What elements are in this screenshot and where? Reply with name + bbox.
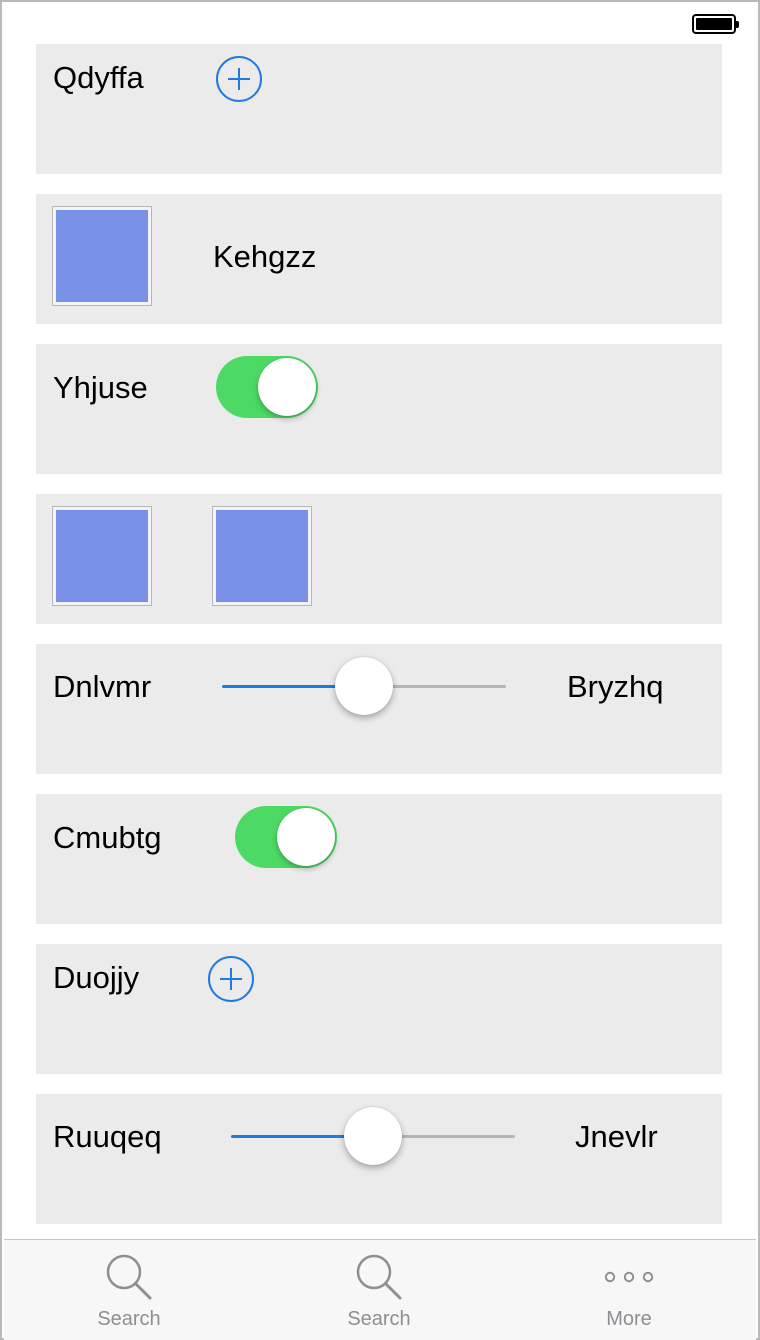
tab-search[interactable]: Search (254, 1240, 504, 1340)
tab-label: More (606, 1308, 652, 1330)
tab-label: Search (347, 1308, 411, 1330)
slider-min-label: Ruuqeq (53, 1119, 162, 1154)
row-label: Yhjuse (53, 370, 148, 405)
tab-bar: Search Search More (4, 1239, 756, 1340)
tab-label: Search (97, 1308, 161, 1330)
search-icon (356, 1254, 402, 1300)
app-screen: Qdyffa Kehgzz Yhjuse Dnlvmr Bryzhq Cmubt… (0, 0, 760, 1340)
slider-handle[interactable] (344, 1107, 402, 1165)
search-icon (106, 1254, 152, 1300)
battery-icon (692, 14, 739, 34)
thumbnail-image (52, 506, 152, 606)
tab-more[interactable]: More (504, 1240, 754, 1340)
thumbnail-image (212, 506, 312, 606)
slider-max-label: Bryzhq (567, 669, 664, 704)
more-icon (604, 1271, 654, 1283)
slider-max-label: Jnevlr (575, 1119, 658, 1154)
list-row-yhjuse: Yhjuse (36, 344, 722, 474)
list-row-kehgzz: Kehgzz (36, 194, 722, 324)
list-row-duojjy: Duojjy (36, 944, 722, 1074)
add-button[interactable] (216, 56, 262, 102)
list-row-images (36, 494, 722, 624)
toggle-switch[interactable] (216, 356, 318, 418)
value-slider[interactable] (231, 1106, 515, 1166)
row-label: Cmubtg (53, 820, 162, 855)
list-row-slider: Dnlvmr Bryzhq (36, 644, 722, 774)
tab-search[interactable]: Search (4, 1240, 254, 1340)
list-row-slider: Ruuqeq Jnevlr (36, 1094, 722, 1224)
row-label: Qdyffa (53, 60, 144, 95)
row-label: Kehgzz (213, 239, 317, 274)
toggle-switch[interactable] (235, 806, 337, 868)
slider-min-label: Dnlvmr (53, 669, 152, 704)
row-label: Duojjy (53, 960, 140, 995)
list-row-qdyffa: Qdyffa (36, 44, 722, 174)
list-row-cmubtg: Cmubtg (36, 794, 722, 924)
value-slider[interactable] (222, 656, 506, 716)
slider-handle[interactable] (335, 657, 393, 715)
add-button[interactable] (208, 956, 254, 1002)
thumbnail-image (52, 206, 152, 306)
